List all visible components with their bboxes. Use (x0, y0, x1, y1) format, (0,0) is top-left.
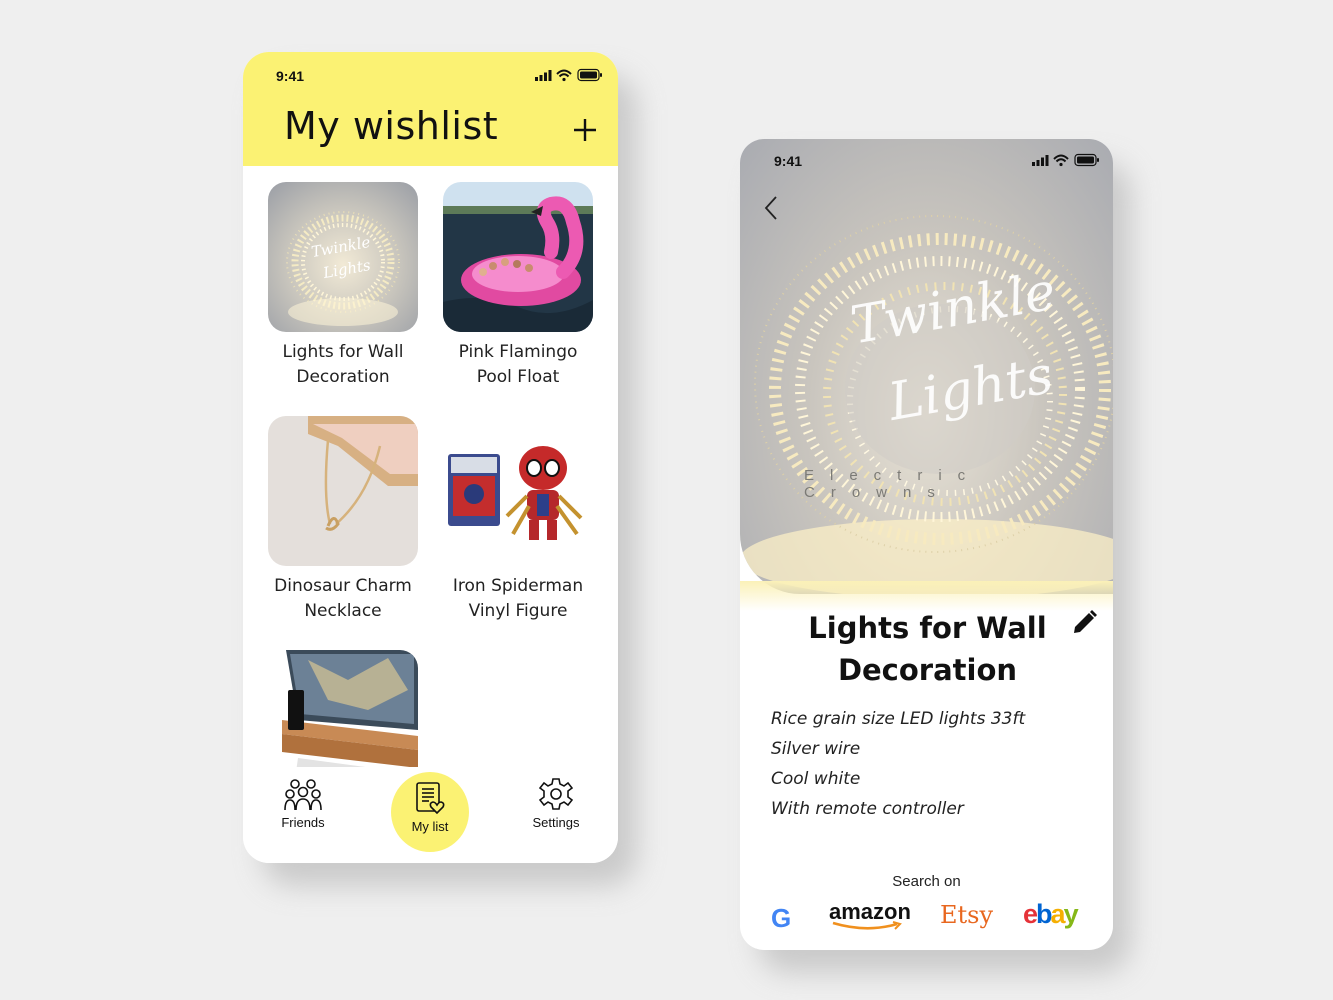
item-label: Pink Flamingo Pool Float (458, 342, 578, 387)
page-title: My wishlist (284, 104, 499, 148)
spec-line: Cool white (771, 769, 861, 789)
nav-my-list[interactable]: My list (394, 781, 466, 834)
wishlist-item-necklace[interactable]: Dinosaur Charm Necklace (268, 416, 418, 624)
item-label: Lights for Wall Decoration (282, 342, 404, 387)
friends-icon (284, 779, 322, 811)
hero-brand: Electric Crowns (804, 467, 982, 501)
nav-label: My list (411, 819, 449, 834)
google-link[interactable]: G (771, 903, 791, 934)
amazon-link[interactable]: amazon (829, 899, 911, 931)
search-on-label: Search on (892, 873, 961, 890)
spec-line: Silver wire (771, 739, 861, 759)
back-button[interactable] (762, 195, 782, 221)
wishlist-item-flamingo[interactable]: Pink Flamingo Pool Float (443, 182, 593, 390)
wishlist-item-spiderman[interactable]: Iron Spiderman Vinyl Figure (443, 416, 593, 624)
item-image (268, 416, 418, 566)
nav-label: Friends (281, 815, 325, 830)
wishlist-item-lights[interactable]: Twinkle Lights Lights for Wall Decoration (268, 182, 418, 390)
status-icons (535, 68, 602, 82)
product-hero-image: Twinkle Lights Electric Crowns 9:41 (740, 139, 1113, 594)
spec-line: Rice grain size LED lights 33ft (771, 709, 1026, 729)
item-image: Twinkle Lights (268, 182, 418, 332)
status-time: 9:41 (276, 68, 305, 84)
product-title: Lights for Wall Decoration (808, 611, 1047, 687)
nav-friends[interactable]: Friends (267, 777, 339, 830)
add-item-button[interactable] (571, 116, 599, 144)
status-time: 9:41 (774, 153, 803, 169)
list-heart-icon (416, 782, 445, 815)
gear-icon (539, 778, 573, 810)
spec-line: With remote controller (771, 799, 964, 819)
amazon-logo: amazon (829, 899, 911, 924)
edit-button[interactable] (1070, 609, 1098, 637)
wishlist-header: 9:41 My wishlist (243, 52, 618, 166)
item-image (443, 416, 593, 566)
item-image (443, 182, 593, 332)
nav-settings[interactable]: Settings (520, 777, 592, 830)
detail-phone: Twinkle Lights Electric Crowns 9:41 Ligh… (740, 139, 1113, 950)
ebay-link[interactable]: ebay (1023, 899, 1079, 930)
wishlist-phone: 9:41 My wishlist Twinkle Lights Lights f… (243, 52, 618, 863)
etsy-link[interactable]: Etsy (940, 901, 993, 929)
nav-label: Settings (532, 815, 580, 830)
bottom-nav: Friends My list Settings (243, 767, 618, 863)
item-label: Iron Spiderman Vinyl Figure (452, 576, 584, 621)
item-label: Dinosaur Charm Necklace (274, 576, 412, 621)
status-icons (1032, 153, 1099, 167)
